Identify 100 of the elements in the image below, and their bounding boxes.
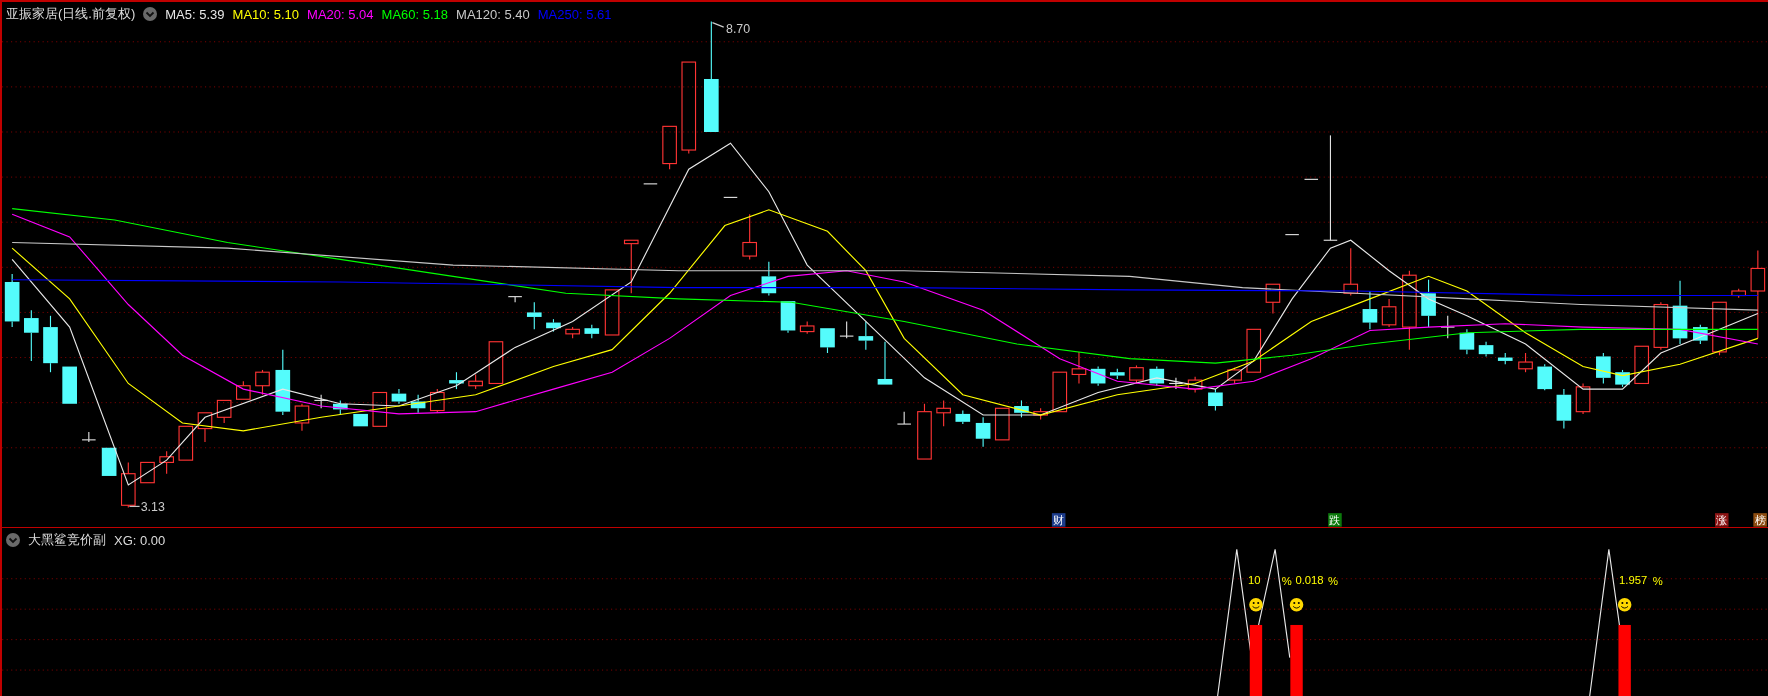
moving-average-label: MA250: 5.61	[537, 6, 612, 22]
signal-bar	[1618, 624, 1631, 696]
stock-title: 亚振家居(日线.前复权)	[6, 5, 136, 23]
candlestick	[1712, 301, 1727, 356]
candlestick	[761, 261, 777, 297]
candlestick	[449, 371, 464, 390]
candlestick	[333, 399, 348, 416]
candlestick	[799, 320, 815, 335]
candlestick	[955, 409, 971, 425]
candlestick	[839, 320, 854, 339]
moving-average-label: MA120: 5.40	[456, 6, 530, 22]
candlestick	[1149, 366, 1165, 387]
candlestick	[1634, 345, 1650, 385]
indicator-reading: XG: 0.00	[114, 532, 166, 548]
candlestick	[236, 380, 251, 400]
candlestick	[1129, 364, 1144, 385]
candlestick	[662, 125, 677, 170]
candlestick	[507, 296, 523, 303]
moving-average-label: MA5: 5.39	[165, 6, 225, 22]
candlestick	[1381, 298, 1397, 328]
candlestick	[723, 196, 738, 198]
moving-average-label: MA20: 5.04	[307, 6, 374, 22]
candlestick	[1284, 234, 1300, 236]
signal-value: 1.957	[1619, 574, 1648, 587]
candlestick	[1556, 388, 1572, 430]
candlestick	[1303, 178, 1319, 180]
candlestick	[1071, 351, 1087, 385]
collapse-icon[interactable]	[143, 7, 158, 21]
candlestick	[24, 309, 39, 362]
candlestick	[565, 326, 580, 339]
candlestick	[1343, 247, 1359, 297]
candlestick	[1693, 324, 1708, 345]
candlestick	[1459, 328, 1475, 355]
candlestick	[1168, 377, 1184, 390]
candlestick	[140, 461, 155, 484]
candlestick	[159, 450, 174, 475]
candlestick	[742, 213, 757, 260]
low-price-label: 3.13	[128, 499, 165, 514]
candlestick	[994, 407, 1010, 441]
moving-average-label: MA10: 5.10	[232, 6, 300, 22]
smiley-icon	[1249, 597, 1263, 612]
candlestick	[1052, 371, 1068, 413]
candlestick	[1187, 376, 1203, 394]
candlestick	[1110, 368, 1125, 380]
candlestick	[1575, 382, 1591, 415]
candlestick	[1246, 328, 1262, 373]
candlestick	[255, 369, 270, 396]
candlestick	[294, 403, 310, 432]
candlestick	[546, 318, 561, 333]
candlestick	[1653, 301, 1669, 351]
candlestick	[1440, 315, 1456, 339]
candlestick	[43, 315, 58, 373]
candlestick	[1033, 407, 1048, 421]
high-price-label: 8.70	[711, 21, 751, 36]
candlestick	[1265, 283, 1281, 315]
candlestick	[468, 373, 483, 390]
indicator-title: 大黑鲨竞价副	[28, 531, 106, 549]
candlestick	[4, 273, 20, 328]
candlestick	[1518, 352, 1533, 373]
candlestick	[936, 399, 951, 427]
candlestick	[975, 416, 991, 448]
candlestick	[1537, 363, 1553, 391]
candlestick	[584, 324, 600, 339]
percent-sign: %	[1281, 575, 1292, 588]
percent-sign: %	[1328, 575, 1339, 588]
candlestick	[1208, 388, 1223, 412]
event-marker[interactable]: 财	[1051, 513, 1066, 527]
candlestick	[1731, 288, 1746, 299]
signal-value: 10	[1248, 574, 1261, 587]
candlestick	[488, 341, 504, 385]
candlestick	[917, 403, 932, 460]
event-marker[interactable]: 跌	[1328, 513, 1342, 527]
candlestick	[101, 447, 117, 476]
candlestick	[197, 412, 213, 443]
candlestick	[1478, 341, 1494, 357]
candlestick	[1497, 352, 1513, 365]
signal-value: 0.018	[1295, 574, 1324, 587]
candlestick	[391, 388, 407, 405]
candlestick	[372, 391, 388, 427]
candlestick	[877, 341, 893, 385]
candlestick	[896, 411, 912, 425]
event-marker[interactable]: 榜	[1753, 513, 1767, 527]
candlestick	[858, 320, 874, 351]
candlestick	[623, 239, 639, 294]
candlestick	[1014, 399, 1029, 418]
collapse-icon[interactable]	[6, 533, 20, 547]
percent-sign: %	[1652, 575, 1663, 588]
candlestick	[81, 431, 97, 443]
signal-bar	[1290, 624, 1303, 696]
signal-bar	[1249, 624, 1263, 696]
candlestick	[429, 388, 445, 414]
event-marker[interactable]: 涨	[1715, 513, 1729, 527]
candlestick	[780, 301, 796, 334]
candlestick	[1362, 290, 1378, 330]
smiley-icon	[1617, 597, 1632, 612]
candlestick	[820, 328, 835, 354]
candlestick	[643, 183, 658, 185]
candlestick	[604, 289, 620, 336]
candlestick	[1090, 366, 1106, 387]
candlestick	[216, 399, 232, 424]
